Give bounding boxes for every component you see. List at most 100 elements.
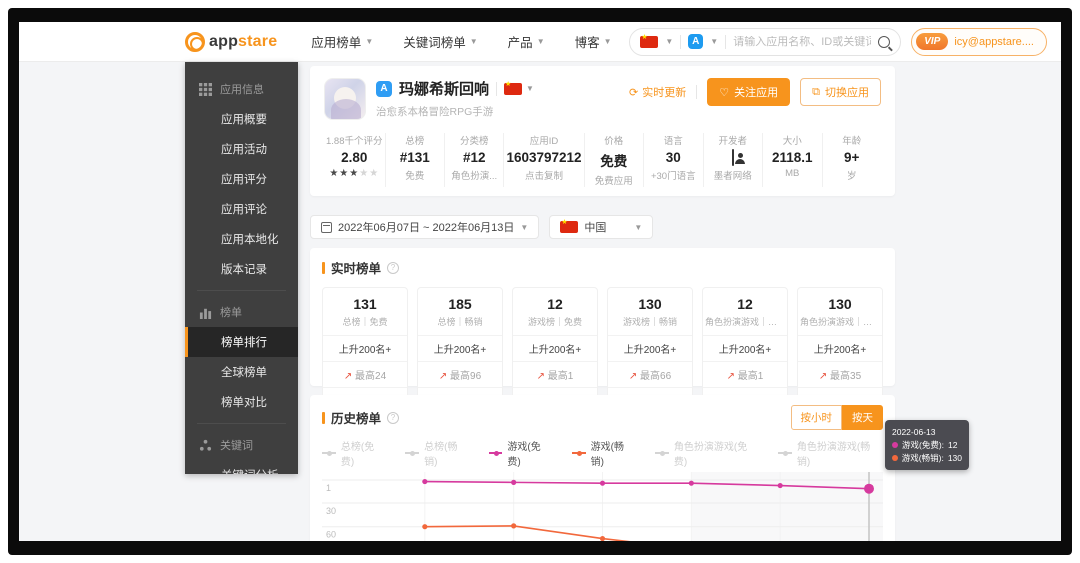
chevron-down-icon: ▼: [469, 37, 478, 46]
chevron-down-icon: ▼: [603, 37, 612, 46]
switch-icon: ⧉: [812, 85, 820, 98]
person-icon: [731, 149, 734, 166]
sidebar-item-app-localization[interactable]: 应用本地化: [185, 224, 298, 254]
sidebar-item-global-rankings[interactable]: 全球榜单: [185, 357, 298, 387]
section-title-rankings: 榜单: [220, 307, 242, 319]
search-icon[interactable]: [878, 35, 891, 48]
rating-stars: ★★★★★: [329, 168, 380, 179]
tooltip-row: 游戏(畅销): 130: [892, 452, 962, 465]
sidebar-item-app-reviews[interactable]: 应用评论: [185, 194, 298, 224]
legend-item[interactable]: 游戏(畅销): [571, 438, 637, 468]
app-header-card: A 玛娜希斯回响 ▼ 治愈系本格冒险RPG手游 ⟳实时更新 ♡关注应用 ⧉切换应…: [310, 66, 895, 196]
nodes-icon: [199, 439, 212, 451]
legend-marker-icon: [571, 450, 586, 456]
heart-icon: ♡: [719, 86, 730, 99]
switch-app-button[interactable]: ⧉ 切换应用: [800, 78, 881, 106]
divider: [197, 423, 286, 424]
series-dot: [892, 454, 898, 461]
country-select[interactable]: 中国 ▼: [549, 215, 654, 239]
sidebar-item-app-rating[interactable]: 应用评分: [185, 164, 298, 194]
sidebar-item-ranking-list[interactable]: 榜单排行: [185, 327, 298, 357]
sidebar-item-app-overview[interactable]: 应用概要: [185, 104, 298, 134]
bar-chart-icon: [199, 308, 212, 319]
country-flag-icon[interactable]: [640, 33, 659, 48]
main-content: A 玛娜希斯回响 ▼ 治愈系本格冒险RPG手游 ⟳实时更新 ♡关注应用 ⧉切换应…: [310, 62, 895, 541]
app-stats-row: 1.88千个评分 2.80 ★★★★★ 总榜 #131 免费 分类榜 #12 角…: [324, 133, 881, 187]
sidebar-item-ranking-compare[interactable]: 榜单对比: [185, 387, 298, 417]
country-flag-icon: [504, 80, 523, 95]
sidebar-item-keyword-analysis[interactable]: 关键词分析: [185, 460, 298, 474]
chevron-down-icon: ▼: [520, 222, 529, 232]
app-title: 玛娜希斯回响: [399, 81, 490, 98]
search-input[interactable]: [733, 35, 872, 48]
copy-app-id[interactable]: 点击复制: [506, 168, 581, 182]
trend-up-icon: ↗: [438, 371, 448, 382]
history-rankings-title: 历史榜单: [331, 412, 382, 426]
filter-row: 2022年06月07日 ~ 2022年06月13日 ▼ 中国 ▼: [310, 215, 654, 239]
legend-item[interactable]: 角色扮演游戏(畅销): [778, 438, 883, 468]
legend-item[interactable]: 角色扮演游戏(免费): [655, 438, 760, 468]
chevron-down-icon: ▼: [536, 37, 545, 46]
stat-overall-rank: 总榜 #131 免费: [384, 133, 444, 187]
section-title-app-info: 应用信息: [220, 84, 264, 96]
stat-app-id: 应用ID 1603797212 点击复制: [503, 133, 583, 187]
section-title-keywords: 关键词: [220, 440, 253, 452]
realtime-update-button[interactable]: ⟳ 实时更新: [629, 84, 686, 100]
chevron-down-icon[interactable]: ▼: [710, 37, 718, 46]
chevron-down-icon[interactable]: ▼: [665, 37, 673, 46]
sidebar: 应用信息 应用概要 应用活动 应用评分 应用评论 应用本地化 版本记录 榜单 榜…: [185, 62, 298, 474]
info-icon[interactable]: ?: [387, 411, 400, 424]
appstore-icon[interactable]: A: [688, 34, 704, 49]
line-chart-svg: 130609012006-0706-0806-0906-1006-1106-12…: [322, 472, 883, 541]
refresh-icon: ⟳: [629, 86, 639, 99]
tooltip-date: 2022-06-13: [892, 427, 936, 437]
stat-size: 大小 2118.1 MB: [762, 133, 821, 187]
legend-marker-icon: [322, 450, 336, 456]
legend-marker-icon: [655, 450, 669, 456]
granularity-toggle: 按小时 按天: [790, 405, 883, 430]
sidebar-item-app-activity[interactable]: 应用活动: [185, 134, 298, 164]
app-avatar: [324, 78, 366, 120]
info-icon[interactable]: ?: [387, 261, 400, 274]
menu-app-rankings[interactable]: 应用榜单 ▼: [311, 32, 373, 51]
logo-text-app: app: [209, 32, 239, 50]
search-bar: ▼ A ▼: [629, 27, 902, 56]
legend-marker-icon: [488, 450, 503, 456]
top-navbar: appstare 应用榜单▼ 关键词榜单▼ 产品▼ 博客▼ ▼ A ▼ VIP i…: [19, 22, 1061, 62]
menu-keyword-rankings[interactable]: 关键词榜单 ▼: [403, 32, 477, 51]
appstare-logo[interactable]: appstare: [185, 31, 278, 52]
chevron-down-icon: ▼: [634, 222, 643, 232]
realtime-rankings-title: 实时榜单: [331, 262, 382, 276]
history-chart[interactable]: 130609012006-0706-0806-0906-1006-1106-12…: [322, 472, 883, 541]
legend-marker-icon: [405, 450, 420, 456]
stat-age: 年龄 9+ 岁: [821, 133, 881, 187]
divider: [197, 290, 286, 291]
chevron-down-icon: ▼: [365, 37, 374, 46]
svg-text:30: 30: [326, 506, 336, 516]
logo-text-stare: stare: [238, 32, 278, 50]
svg-text:1: 1: [326, 483, 331, 493]
svg-text:60: 60: [326, 530, 336, 540]
realtime-rankings-card: 实时榜单 ? 131总榜｜免费 上升200名+ ↗ 最高24 ↘ 最低落榜 18…: [310, 248, 895, 414]
date-range-picker[interactable]: 2022年06月07日 ~ 2022年06月13日 ▼: [310, 215, 540, 239]
legend-item[interactable]: 总榜(免费): [322, 438, 387, 468]
menu-products[interactable]: 产品 ▼: [508, 32, 545, 51]
stat-category-rank: 分类榜 #12 角色扮演...: [443, 133, 503, 187]
calendar-icon: [321, 221, 332, 233]
sidebar-item-version-history[interactable]: 版本记录: [185, 254, 298, 284]
grid-icon: [199, 82, 212, 96]
toggle-by-day[interactable]: 按天: [842, 405, 883, 430]
trend-up-icon: ↗: [726, 371, 736, 382]
account-button[interactable]: VIP icy@appstare....: [911, 27, 1047, 56]
tooltip-row: 游戏(免费): 12: [892, 439, 962, 452]
toggle-by-hour[interactable]: 按小时: [790, 405, 842, 430]
menu-blog[interactable]: 博客 ▼: [575, 32, 612, 51]
follow-app-button[interactable]: ♡ 关注应用: [707, 78, 791, 106]
legend-item[interactable]: 游戏(免费): [488, 438, 554, 468]
series-dot: [892, 442, 898, 449]
stat-developer: 开发者 墨者网络: [702, 133, 762, 187]
account-email: icy@appstare....: [954, 35, 1034, 48]
legend-item[interactable]: 总榜(畅销): [405, 438, 470, 468]
history-rankings-card: 历史榜单 ? 按小时 按天 总榜(免费) 总榜(畅销) 游戏(免费) 游戏(畅销) 角色…: [310, 395, 895, 541]
app-country-selector[interactable]: ▼: [504, 80, 534, 95]
